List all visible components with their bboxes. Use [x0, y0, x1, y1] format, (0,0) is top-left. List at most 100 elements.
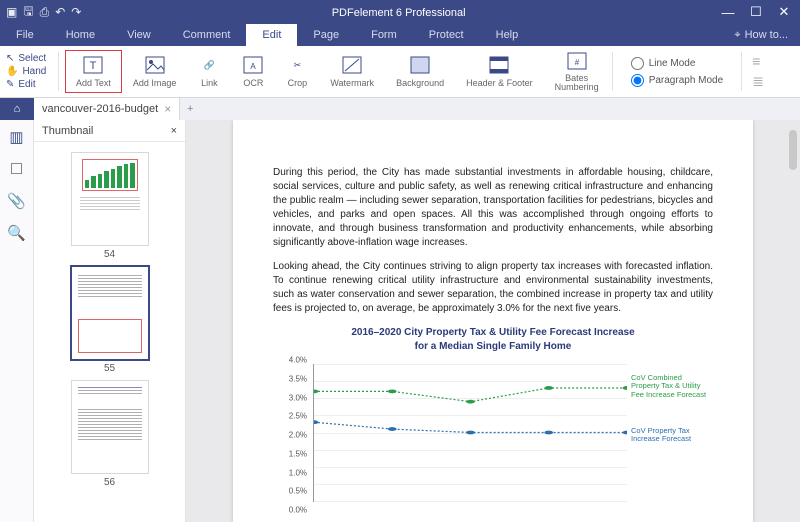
watermark-label: Watermark: [330, 78, 374, 88]
home-tab[interactable]: ⌂: [0, 98, 34, 120]
ocr-icon: A: [242, 55, 264, 75]
crop-icon: ✂: [286, 55, 308, 75]
bates-icon: #: [566, 51, 588, 71]
line-mode-radio[interactable]: Line Mode: [631, 57, 724, 70]
close-panel-icon[interactable]: ×: [171, 125, 177, 137]
thumbnail-page[interactable]: 56: [71, 380, 149, 488]
menu-file[interactable]: File: [0, 24, 50, 46]
paragraph-mode-radio[interactable]: Paragraph Mode: [631, 74, 724, 87]
ocr-button[interactable]: A OCR: [231, 50, 275, 93]
qa-redo-icon[interactable]: ↷: [71, 5, 81, 19]
svg-text:#: #: [574, 58, 579, 67]
background-button[interactable]: Background: [385, 50, 455, 93]
ribbon: ↖Select ✋Hand ✎Edit TAdd Text Add Image …: [0, 46, 800, 98]
edit-label: Edit: [18, 79, 35, 90]
select-tool[interactable]: ↖ Select: [6, 53, 56, 64]
legend-item: CoV Property Tax Increase Forecast: [631, 427, 707, 444]
menu-page[interactable]: Page: [297, 24, 355, 46]
close-button[interactable]: ✕: [772, 2, 796, 22]
crop-label: Crop: [288, 78, 308, 88]
menu-bar: File Home View Comment Edit Page Form Pr…: [0, 24, 800, 46]
bookmarks-panel-icon[interactable]: ☐: [10, 160, 23, 178]
minimize-button[interactable]: —: [716, 2, 740, 22]
edit-icon: ✎: [6, 79, 14, 90]
line-mode-label: Line Mode: [649, 58, 696, 69]
home-icon: ⌂: [14, 103, 21, 115]
legend-item: CoV Combined Property Tax & Utility Fee …: [631, 374, 707, 399]
search-panel-icon[interactable]: 🔍: [7, 224, 26, 242]
add-image-button[interactable]: Add Image: [122, 50, 188, 93]
add-text-label: Add Text: [76, 78, 111, 88]
paragraph-mode-label: Paragraph Mode: [649, 75, 724, 86]
align-left-icon[interactable]: ≡: [752, 53, 764, 69]
select-label: Select: [18, 53, 46, 64]
link-button[interactable]: 🔗 Link: [187, 50, 231, 93]
chart-title: 2016–2020 City Property Tax & Utility Fe…: [273, 326, 713, 354]
image-icon: [144, 55, 166, 75]
close-tab-icon[interactable]: ×: [164, 102, 171, 116]
hand-icon: ✋: [6, 66, 18, 77]
attachments-panel-icon[interactable]: 📎: [7, 192, 26, 210]
thumbnail-page[interactable]: 54: [71, 152, 149, 260]
align-right-icon[interactable]: ≣: [752, 73, 764, 90]
edit-tool[interactable]: ✎ Edit: [6, 79, 56, 90]
page: During this period, the City has made su…: [233, 120, 753, 522]
document-tabstrip: ⌂ vancouver-2016-budget × +: [0, 98, 800, 120]
ocr-label: OCR: [243, 78, 263, 88]
hand-label: Hand: [22, 66, 46, 77]
cursor-icon: ↖: [6, 53, 14, 64]
header-footer-label: Header & Footer: [466, 78, 533, 88]
menu-comment[interactable]: Comment: [167, 24, 247, 46]
title-bar: ▣ 🖫 ⎙ ↶ ↷ PDFelement 6 Professional — ☐ …: [0, 0, 800, 24]
menu-form[interactable]: Form: [355, 24, 413, 46]
vertical-scrollbar[interactable]: [788, 120, 798, 522]
app-logo-icon: ▣: [6, 5, 17, 19]
bates-label: Bates Numbering: [555, 74, 599, 92]
document-tab-label: vancouver-2016-budget: [42, 103, 158, 115]
background-label: Background: [396, 78, 444, 88]
location-icon: ⌖: [734, 29, 740, 42]
svg-text:T: T: [90, 60, 97, 72]
header-footer-icon: [488, 55, 510, 75]
chart: 0.0%0.5%1.0%1.5%2.0%2.5%3.0%3.5%4.0% CoV…: [279, 360, 707, 510]
app-title: PDFelement 6 Professional: [81, 6, 716, 19]
side-rail: ▥ ☐ 📎 🔍: [0, 120, 34, 522]
document-view[interactable]: During this period, the City has made su…: [186, 120, 800, 522]
body-paragraph: During this period, the City has made su…: [273, 166, 713, 250]
menu-home[interactable]: Home: [50, 24, 111, 46]
new-tab-button[interactable]: +: [180, 98, 200, 120]
qa-save-icon[interactable]: 🖫: [23, 2, 33, 23]
menu-help[interactable]: Help: [480, 24, 535, 46]
howto-link[interactable]: ⌖ How to...: [734, 29, 800, 42]
qa-undo-icon[interactable]: ↶: [55, 5, 65, 19]
svg-text:A: A: [251, 62, 257, 71]
thumbnail-number: 55: [104, 363, 115, 374]
thumbnail-number: 56: [104, 477, 115, 488]
text-icon: T: [82, 55, 104, 75]
watermark-icon: [341, 55, 363, 75]
header-footer-button[interactable]: Header & Footer: [455, 50, 544, 93]
body-paragraph: Looking ahead, the City continues strivi…: [273, 260, 713, 316]
howto-label: How to...: [745, 29, 788, 41]
thumbnail-number: 54: [104, 249, 115, 260]
thumbnail-page[interactable]: 55: [71, 266, 149, 374]
main-area: ▥ ☐ 📎 🔍 Thumbnail × 54 55: [0, 120, 800, 522]
watermark-button[interactable]: Watermark: [319, 50, 385, 93]
menu-protect[interactable]: Protect: [413, 24, 480, 46]
crop-button[interactable]: ✂ Crop: [275, 50, 319, 93]
qa-print-icon[interactable]: ⎙: [40, 5, 50, 20]
hand-tool[interactable]: ✋ Hand: [6, 66, 56, 77]
maximize-button[interactable]: ☐: [744, 2, 768, 22]
menu-view[interactable]: View: [111, 24, 167, 46]
link-icon: 🔗: [198, 55, 220, 75]
link-label: Link: [201, 78, 218, 88]
add-image-label: Add Image: [133, 78, 177, 88]
background-icon: [409, 55, 431, 75]
bates-button[interactable]: # Bates Numbering: [544, 46, 610, 97]
document-tab[interactable]: vancouver-2016-budget ×: [34, 98, 180, 120]
menu-edit[interactable]: Edit: [246, 24, 297, 46]
thumbnails-panel-icon[interactable]: ▥: [9, 128, 23, 146]
thumbnail-panel: Thumbnail × 54 55: [34, 120, 186, 522]
add-text-button[interactable]: T Add Text: [65, 50, 122, 93]
thumbnail-panel-title: Thumbnail: [42, 125, 93, 137]
